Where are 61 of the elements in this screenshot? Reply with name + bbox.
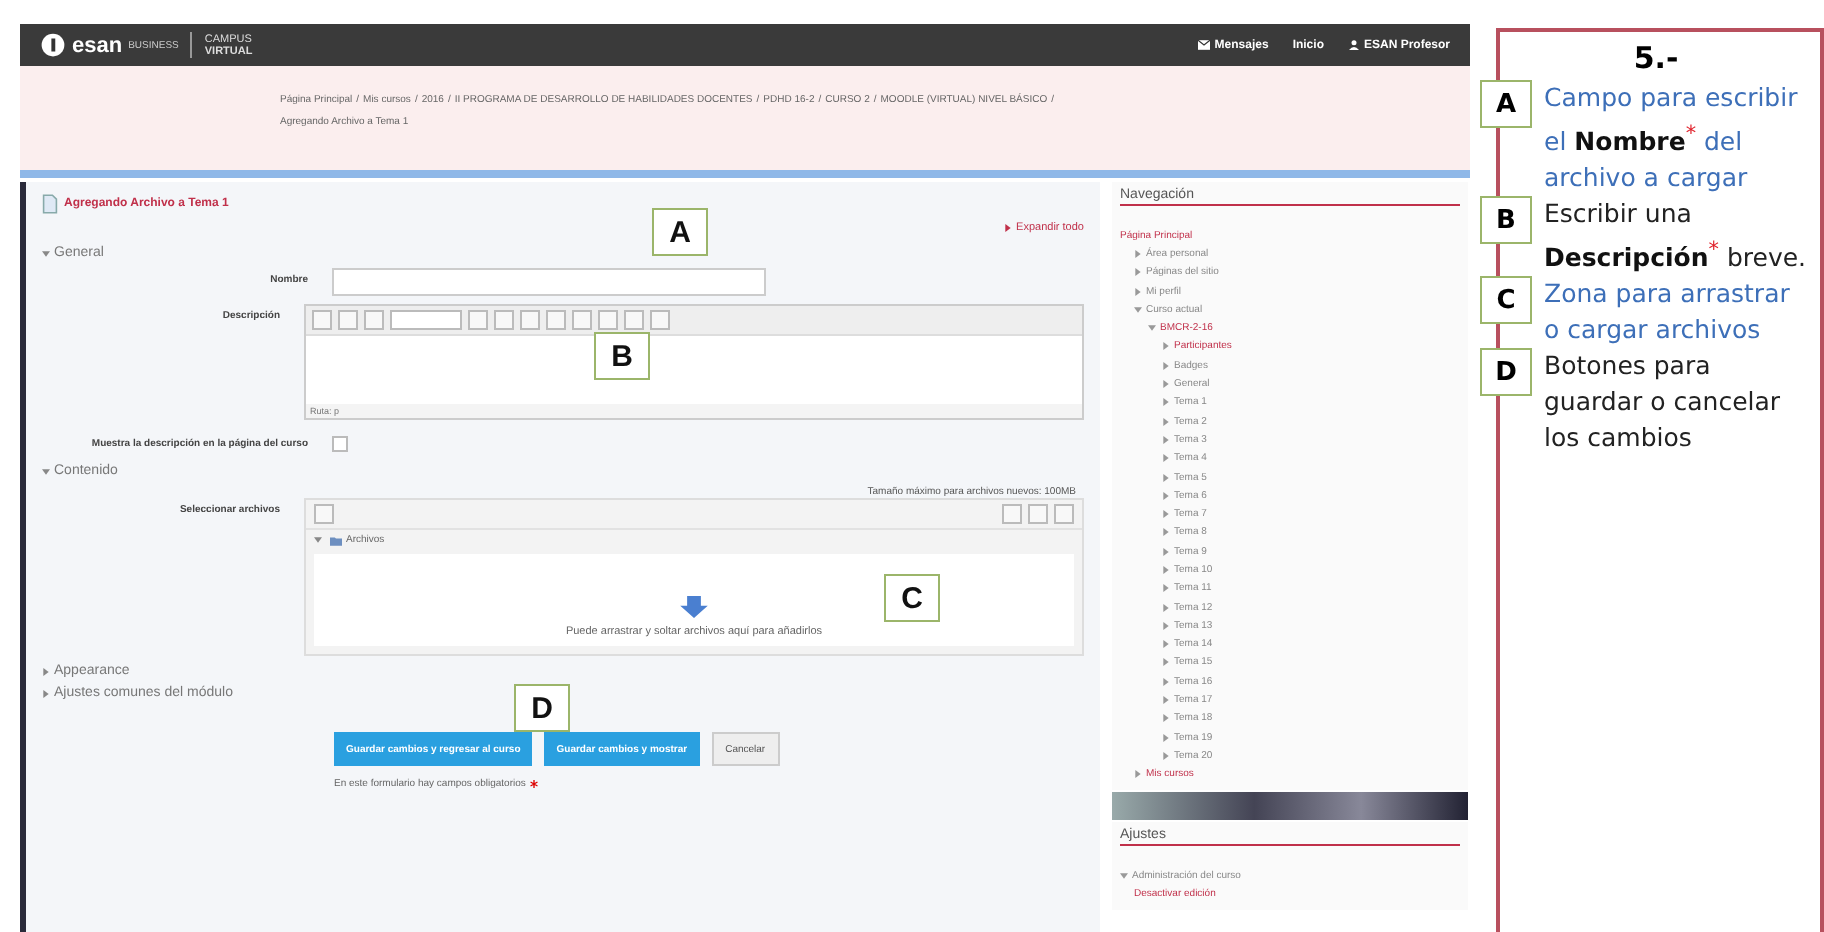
- caret-down-icon: [314, 536, 322, 544]
- caret-right-icon: [1004, 224, 1013, 232]
- note-text: Escribir una Descripción$^{*}$ breve.: [1544, 196, 1809, 277]
- caret-right-icon: [42, 667, 50, 675]
- caret-right-icon[interactable]: [1162, 342, 1170, 351]
- caret-right-icon[interactable]: [1162, 621, 1170, 630]
- caret-right-icon[interactable]: [1162, 658, 1170, 667]
- caret-down-icon[interactable]: [1120, 871, 1128, 880]
- mail-icon: [1198, 40, 1211, 50]
- caret-right-icon[interactable]: [1162, 640, 1170, 649]
- caret-right-icon[interactable]: [1162, 491, 1170, 500]
- caret-right-icon[interactable]: [1162, 435, 1170, 444]
- file-icon: [42, 194, 58, 214]
- note-text: Botones para guardar o cancelar los cambios: [1544, 348, 1783, 457]
- caret-right-icon[interactable]: [1134, 249, 1142, 258]
- caret-right-icon[interactable]: [1162, 417, 1170, 426]
- caret-right-icon[interactable]: [1162, 380, 1170, 389]
- caret-down-icon[interactable]: [1148, 324, 1156, 333]
- callout-label: B: [1480, 196, 1532, 245]
- callout-label: A: [652, 208, 708, 256]
- caret-right-icon[interactable]: [1134, 268, 1142, 277]
- note-text: Campo para escribir el Nombre$^{*}$ del archivo a cargar: [1544, 80, 1800, 197]
- down-arrow-icon: [680, 596, 708, 618]
- caret-right-icon[interactable]: [1162, 584, 1170, 593]
- caret-right-icon[interactable]: [1162, 361, 1170, 370]
- caret-right-icon[interactable]: [1162, 714, 1170, 723]
- caret-down-icon: [42, 467, 50, 475]
- caret-right-icon[interactable]: [1162, 751, 1170, 760]
- caret-right-icon: [42, 689, 50, 697]
- callout-label: D: [514, 684, 570, 732]
- caret-right-icon[interactable]: [1162, 565, 1170, 574]
- callout-label: C: [884, 574, 940, 622]
- callout-label: B: [594, 332, 650, 380]
- add-file-icon[interactable]: [314, 504, 334, 524]
- note-text: Zona para arrastrar o cargar archivos: [1544, 276, 1792, 349]
- logo-circle-icon: [40, 32, 66, 58]
- caret-right-icon[interactable]: [1162, 696, 1170, 705]
- checkbox[interactable]: [332, 436, 348, 452]
- caret-right-icon[interactable]: [1162, 603, 1170, 612]
- caret-right-icon[interactable]: [1162, 677, 1170, 686]
- caret-right-icon[interactable]: [1162, 454, 1170, 463]
- folder-icon: [330, 535, 342, 545]
- caret-right-icon[interactable]: [1162, 528, 1170, 537]
- name-input-field[interactable]: [332, 268, 766, 296]
- callout-label: D: [1480, 348, 1532, 397]
- caret-right-icon[interactable]: [1162, 733, 1170, 742]
- caret-right-icon[interactable]: [1162, 547, 1170, 556]
- caret-right-icon[interactable]: [1162, 510, 1170, 519]
- notes-title: 5.-: [1631, 40, 1681, 76]
- font-dropdown[interactable]: [390, 310, 462, 330]
- callout-label: A: [1480, 80, 1532, 128]
- caret-right-icon[interactable]: [1134, 770, 1142, 779]
- caret-down-icon[interactable]: [1134, 305, 1142, 314]
- caret-right-icon[interactable]: [1162, 398, 1170, 407]
- caret-right-icon[interactable]: [1134, 287, 1142, 296]
- caret-down-icon: [42, 249, 50, 257]
- callout-label: C: [1480, 276, 1532, 325]
- required-asterisk-icon: [529, 780, 538, 788]
- caret-right-icon[interactable]: [1162, 473, 1170, 481]
- user-icon: [1347, 40, 1360, 50]
- logo-text: esan: [72, 33, 123, 57]
